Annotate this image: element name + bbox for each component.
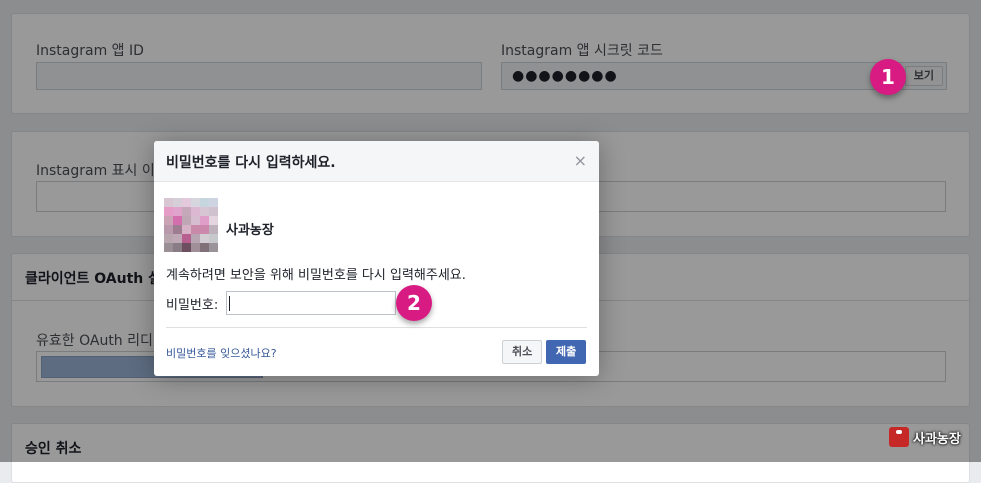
avatar-pixel xyxy=(191,207,200,216)
password-label: 비밀번호: xyxy=(166,298,219,313)
dialog-title: 비밀번호를 다시 입력하세요. xyxy=(166,155,336,171)
submit-button[interactable]: 제출 xyxy=(546,340,587,364)
avatar-pixel xyxy=(182,243,191,252)
avatar-pixel xyxy=(164,216,173,225)
avatar-pixel xyxy=(164,234,173,243)
avatar-pixel xyxy=(173,207,182,216)
dialog-divider xyxy=(166,327,587,328)
avatar-pixel xyxy=(164,243,173,252)
avatar-pixel xyxy=(200,207,209,216)
avatar-pixel xyxy=(191,243,200,252)
avatar-pixel xyxy=(173,234,182,243)
avatar-pixel xyxy=(164,225,173,234)
password-input[interactable] xyxy=(226,291,396,315)
avatar-pixel xyxy=(164,207,173,216)
apple-logo-icon xyxy=(889,427,909,447)
step-1-badge: 1 xyxy=(870,59,906,95)
avatar-pixel xyxy=(182,225,191,234)
avatar xyxy=(164,198,218,252)
avatar-pixel xyxy=(173,216,182,225)
avatar-pixel xyxy=(200,198,209,207)
avatar-pixel xyxy=(209,198,218,207)
avatar-pixel xyxy=(209,225,218,234)
avatar-pixel xyxy=(191,216,200,225)
avatar-pixel xyxy=(200,243,209,252)
close-icon[interactable]: × xyxy=(574,151,587,170)
watermark: 사과농장 xyxy=(889,427,961,447)
forgot-password-link[interactable]: 비밀번호를 잊으셨나요? xyxy=(166,345,277,361)
avatar-pixel xyxy=(173,243,182,252)
avatar-pixel xyxy=(209,207,218,216)
avatar-pixel xyxy=(191,234,200,243)
avatar-pixel xyxy=(182,198,191,207)
avatar-pixel xyxy=(182,216,191,225)
text-cursor xyxy=(229,296,230,311)
avatar-pixel xyxy=(173,198,182,207)
avatar-pixel xyxy=(182,207,191,216)
avatar-pixel xyxy=(182,234,191,243)
avatar-pixel xyxy=(200,234,209,243)
cancel-button[interactable]: 취소 xyxy=(502,340,543,364)
avatar-pixel xyxy=(191,225,200,234)
avatar-pixel xyxy=(164,198,173,207)
avatar-pixel xyxy=(209,234,218,243)
avatar-pixel xyxy=(200,216,209,225)
avatar-pixel xyxy=(173,225,182,234)
account-name: 사과농장 xyxy=(226,223,274,238)
dialog-header: 비밀번호를 다시 입력하세요. × xyxy=(154,141,599,182)
watermark-text: 사과농장 xyxy=(913,431,961,447)
avatar-pixel xyxy=(209,243,218,252)
avatar-pixel xyxy=(191,198,200,207)
step-2-badge: 2 xyxy=(396,285,432,321)
reenter-password-dialog: 비밀번호를 다시 입력하세요. × 사과농장 계속하려면 보안을 위해 비밀번호… xyxy=(154,141,599,376)
avatar-pixel xyxy=(200,225,209,234)
security-message: 계속하려면 보안을 위해 비밀번호를 다시 입력해주세요. xyxy=(166,268,466,283)
avatar-pixel xyxy=(209,216,218,225)
